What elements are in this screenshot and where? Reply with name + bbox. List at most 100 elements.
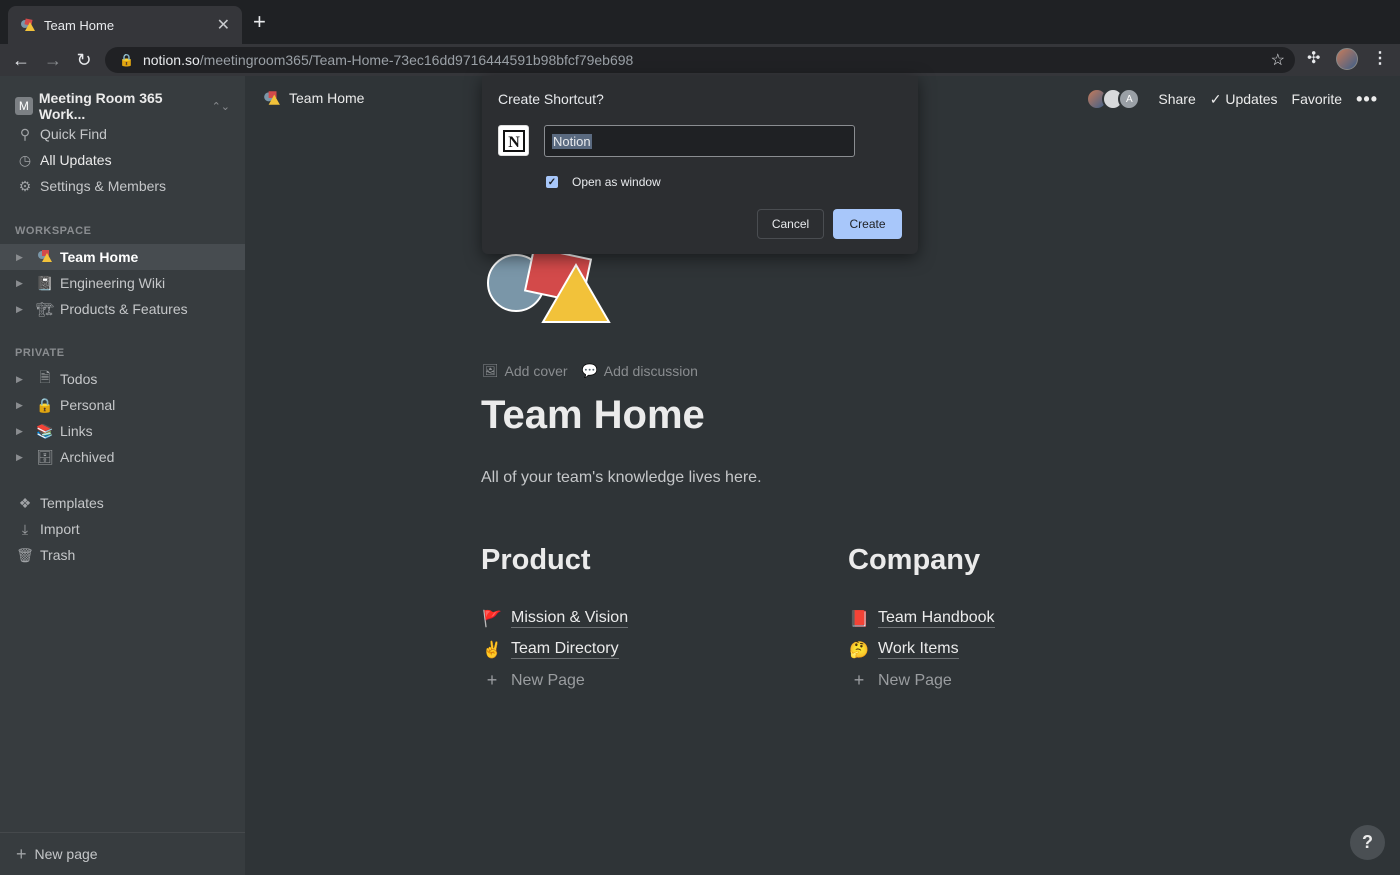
- lock-icon: 🔒: [119, 53, 134, 67]
- collaborator-avatars[interactable]: A: [1086, 88, 1141, 110]
- page-link-label: Team Directory: [511, 640, 619, 659]
- plus-icon: +: [486, 670, 498, 690]
- open-as-window-checkbox[interactable]: ✓ Open as window: [546, 175, 661, 189]
- notion-logo-icon: N: [498, 125, 529, 156]
- expand-arrow-icon[interactable]: ▶: [16, 374, 26, 385]
- sidebar-item-label: Engineering Wiki: [60, 275, 166, 291]
- create-button[interactable]: Create: [833, 209, 902, 239]
- shapes-icon: [263, 90, 281, 106]
- browser-menu-icon[interactable]: ⋮: [1372, 48, 1388, 68]
- notebook-icon: 📓: [36, 274, 54, 291]
- books-icon: 📚: [36, 422, 54, 439]
- forward-icon[interactable]: →: [41, 48, 65, 72]
- expand-arrow-icon[interactable]: ▶: [16, 304, 26, 315]
- sidebar-item-label: Team Home: [60, 249, 139, 265]
- more-icon[interactable]: •••: [1356, 89, 1378, 110]
- page-link[interactable]: 📕 Team Handbook: [848, 603, 1148, 634]
- cancel-button[interactable]: Cancel: [757, 209, 824, 239]
- browser-tab[interactable]: Team Home ✕: [8, 6, 242, 44]
- sidebar-item-all-updates[interactable]: ◷ All Updates: [0, 147, 245, 173]
- close-icon[interactable]: ✕: [217, 15, 230, 35]
- column-heading: Company: [848, 544, 981, 576]
- browser-toolbar: ← → ↻ 🔒 notion.so /meetingroom365/Team-H…: [0, 44, 1400, 76]
- sidebar-item-label: All Updates: [40, 152, 112, 168]
- expand-arrow-icon[interactable]: ▶: [16, 252, 26, 263]
- expand-arrow-icon[interactable]: ▶: [16, 400, 26, 411]
- sidebar-item-settings[interactable]: ⚙ Settings & Members: [0, 173, 245, 199]
- page-actions: 🖼 Add cover 💬 Add discussion: [482, 363, 698, 379]
- expand-arrow-icon[interactable]: ▶: [16, 278, 26, 289]
- workspace-switcher[interactable]: M Meeting Room 365 Work... ⌃⌄: [15, 90, 230, 122]
- flag-icon: 🚩: [482, 610, 502, 628]
- topbar-actions: A Share ✓ Updates Favorite •••: [1086, 88, 1378, 110]
- sidebar-item-label: Trash: [40, 547, 76, 563]
- document-icon: 🗎: [39, 369, 51, 385]
- search-icon: ⚲: [19, 125, 31, 142]
- page-link[interactable]: 🚩 Mission & Vision: [481, 603, 781, 634]
- url-host: notion.so: [142, 52, 200, 68]
- add-cover-label: Add cover: [504, 363, 568, 379]
- sidebar-item-personal[interactable]: ▶ 🔒 Personal: [0, 392, 245, 418]
- browser-tab-strip: Team Home ✕ +: [0, 0, 1400, 44]
- lock-icon: 🔒: [36, 396, 54, 413]
- new-page-button[interactable]: + New Page: [481, 665, 781, 696]
- profile-avatar[interactable]: [1336, 48, 1358, 70]
- page-link-label: Team Handbook: [878, 609, 995, 628]
- updates-label: Updates: [1225, 90, 1278, 107]
- sidebar-item-templates[interactable]: ❖ Templates: [0, 490, 245, 516]
- gear-icon: ⚙: [18, 177, 32, 194]
- sidebar-item-todos[interactable]: ▶ 🗎 Todos: [0, 366, 245, 392]
- sidebar-item-label: Archived: [60, 449, 115, 465]
- add-discussion-button[interactable]: 💬 Add discussion: [582, 363, 698, 379]
- templates-icon: ❖: [18, 494, 32, 511]
- expand-arrow-icon[interactable]: ▶: [16, 426, 26, 437]
- back-icon[interactable]: ←: [9, 48, 33, 72]
- updates-button[interactable]: ✓ Updates: [1210, 91, 1278, 108]
- sidebar-new-page-button[interactable]: + New page: [0, 832, 245, 875]
- sidebar-item-label: Settings & Members: [40, 178, 167, 194]
- sidebar-item-quick-find[interactable]: ⚲ Quick Find: [0, 121, 245, 147]
- add-cover-button[interactable]: 🖼 Add cover: [482, 363, 568, 379]
- sidebar-item-links[interactable]: ▶ 📚 Links: [0, 418, 245, 444]
- shortcut-name-value: Notion: [552, 133, 592, 149]
- page-link-label: Work Items: [878, 640, 959, 659]
- share-button[interactable]: Share: [1158, 91, 1195, 107]
- column-heading: Product: [481, 544, 591, 576]
- url-path: /meetingroom365/Team-Home-73ec16dd971644…: [199, 52, 634, 68]
- sidebar-item-team-home[interactable]: ▶ Team Home: [0, 244, 245, 270]
- page-description[interactable]: All of your team's knowledge lives here.: [481, 469, 762, 487]
- reload-icon[interactable]: ↻: [72, 48, 96, 72]
- page-link[interactable]: ✌️ Team Directory: [481, 634, 781, 665]
- checkbox-checked-icon[interactable]: ✓: [546, 176, 558, 188]
- favorite-button[interactable]: Favorite: [1292, 91, 1343, 107]
- sidebar-item-archived[interactable]: ▶ 🗄 Archived: [0, 444, 245, 470]
- address-bar[interactable]: 🔒 notion.so /meetingroom365/Team-Home-73…: [105, 47, 1295, 73]
- sidebar-item-trash[interactable]: 🗑 Trash: [0, 542, 245, 568]
- new-page-label: New Page: [878, 671, 952, 689]
- page-link[interactable]: 🤔 Work Items: [848, 634, 1148, 665]
- sidebar-item-engineering-wiki[interactable]: ▶ 📓 Engineering Wiki: [0, 270, 245, 296]
- new-page-button[interactable]: + New Page: [848, 665, 1148, 696]
- shortcut-name-input[interactable]: Notion: [544, 125, 855, 157]
- add-discussion-label: Add discussion: [603, 363, 698, 379]
- download-icon: ⤓: [21, 520, 29, 537]
- dialog-title: Create Shortcut?: [498, 91, 604, 107]
- shapes-icon: [36, 249, 54, 266]
- sidebar-item-import[interactable]: ⤓ Import: [0, 516, 245, 542]
- new-tab-icon[interactable]: +: [253, 11, 266, 33]
- breadcrumb[interactable]: Team Home: [263, 90, 364, 106]
- svg-text:N: N: [508, 134, 520, 151]
- page-emoji-icon[interactable]: [486, 246, 616, 326]
- extensions-icon[interactable]: ✣: [1307, 48, 1320, 68]
- star-icon[interactable]: ☆: [1271, 50, 1285, 70]
- sidebar-item-products-features[interactable]: ▶ 🏗 Products & Features: [0, 296, 245, 322]
- trash-icon: 🗑: [16, 546, 34, 563]
- sidebar-item-label: Products & Features: [60, 301, 188, 317]
- comment-icon: 💬: [581, 363, 598, 378]
- create-shortcut-dialog: Create Shortcut? N Notion ✓ Open as wind…: [482, 76, 918, 254]
- help-button[interactable]: ?: [1350, 825, 1385, 860]
- page-link-label: Mission & Vision: [511, 609, 629, 628]
- workspace-badge: M: [15, 97, 33, 115]
- page-title[interactable]: Team Home: [481, 393, 705, 438]
- expand-arrow-icon[interactable]: ▶: [16, 452, 26, 463]
